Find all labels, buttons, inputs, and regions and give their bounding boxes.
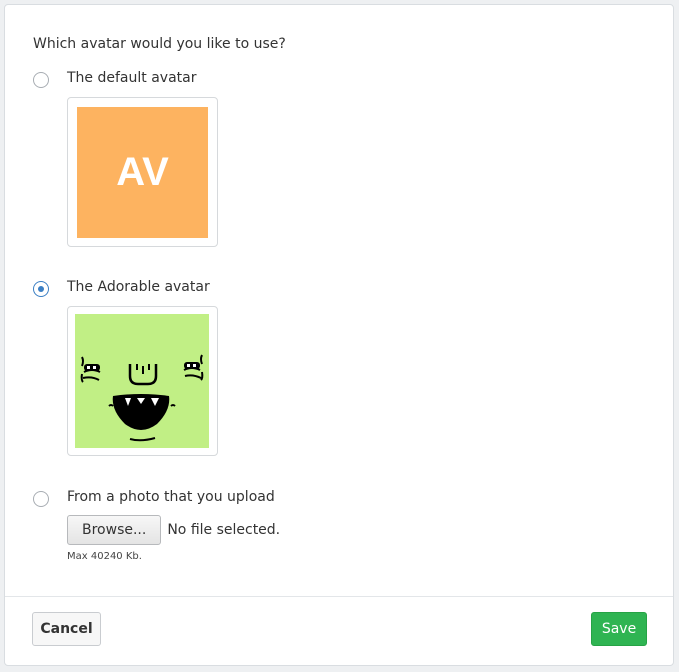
browse-button[interactable]: Browse...: [67, 515, 162, 545]
right-eye-icon: [183, 354, 204, 381]
left-eye-icon: [80, 356, 101, 383]
question-label: Which avatar would you like to use?: [33, 36, 286, 52]
option-label-default: The default avatar: [67, 70, 197, 86]
file-status: No file selected.: [167, 522, 281, 538]
max-size-note: Max 40240 Kb.: [67, 551, 142, 562]
dialog-footer: Cancel Save: [5, 596, 673, 666]
adorable-avatar-image: [75, 314, 209, 448]
nose-icon: [128, 364, 158, 386]
option-label-upload: From a photo that you upload: [67, 489, 275, 505]
option-label-adorable: The Adorable avatar: [67, 279, 210, 295]
file-upload-control: Browse... No file selected.: [67, 515, 280, 545]
save-button[interactable]: Save: [591, 612, 647, 646]
radio-upload-photo[interactable]: [33, 491, 49, 507]
mouth-icon: [108, 394, 176, 442]
default-avatar-thumbnail: AV: [67, 97, 218, 247]
radio-default-avatar[interactable]: [33, 72, 49, 88]
radio-adorable-avatar[interactable]: [33, 281, 49, 297]
avatar-initials: AV: [116, 150, 169, 194]
adorable-avatar-thumbnail: [67, 306, 218, 456]
default-avatar-image: AV: [77, 107, 208, 238]
cancel-button[interactable]: Cancel: [32, 612, 101, 646]
avatar-dialog: Which avatar would you like to use? The …: [4, 4, 674, 666]
adorable-face-icon: [80, 354, 204, 442]
